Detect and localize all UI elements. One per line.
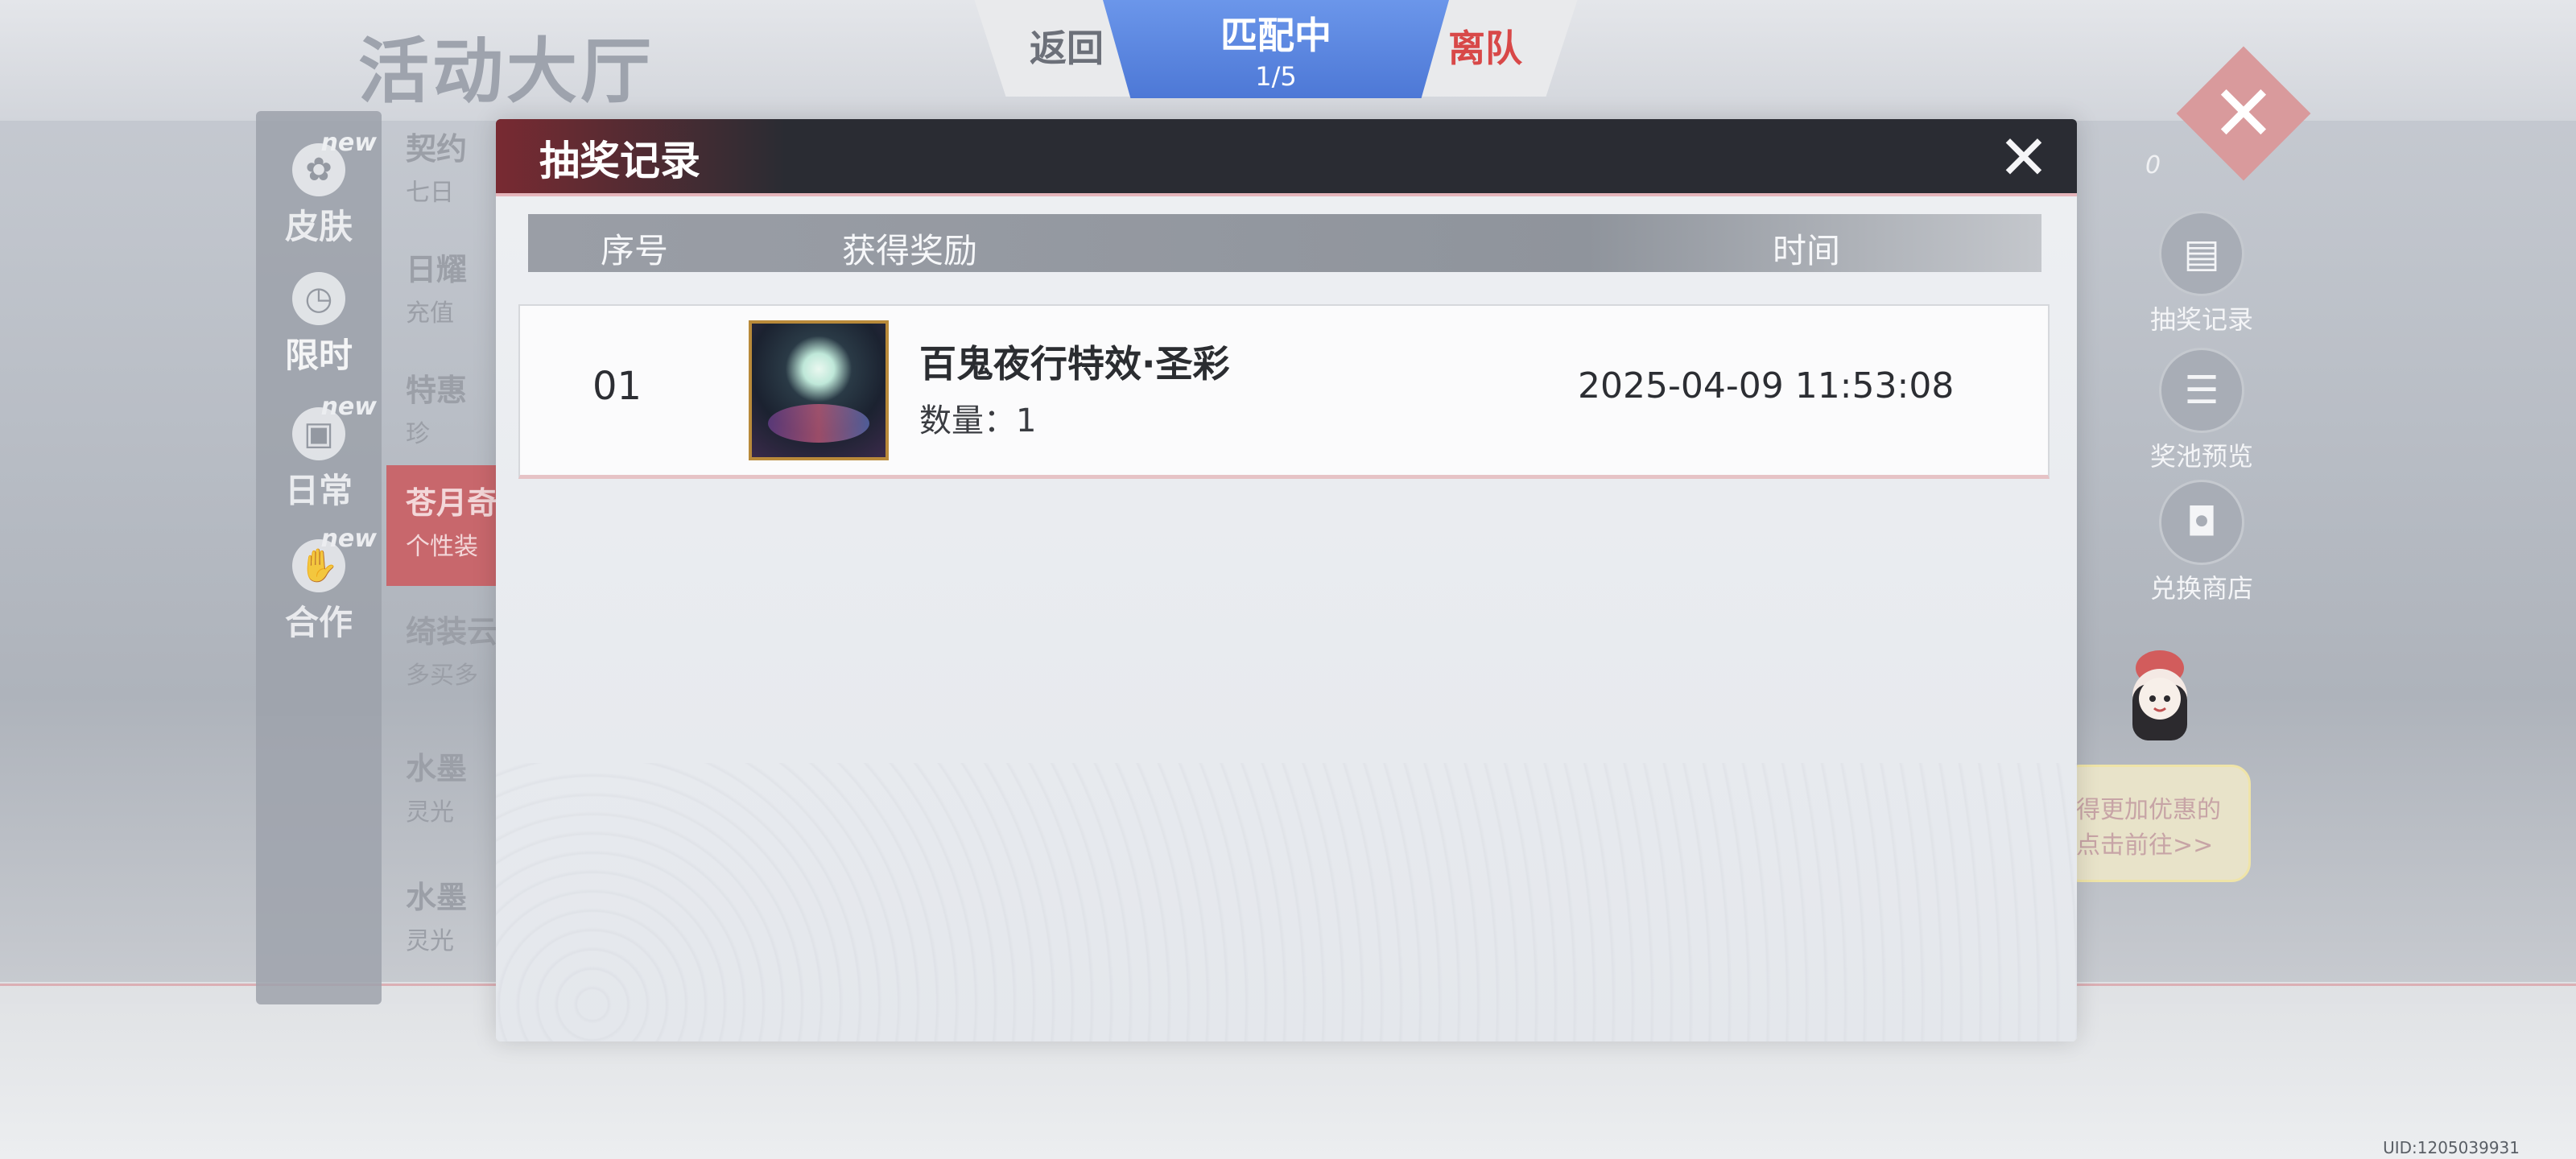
match-status-text: 匹配中 [1220, 14, 1331, 57]
column-reward: 获得奖励 [842, 231, 978, 270]
activity-subtitle: 灵光 [406, 927, 454, 955]
reward-thumbnail[interactable] [749, 320, 889, 460]
page-title: 活动大厅 [358, 30, 655, 113]
matchmaking-status[interactable]: 匹配中 1/5 [1103, 0, 1449, 98]
activity-title: 水墨 [406, 880, 468, 915]
activity-subtitle: 个性装 [406, 533, 478, 561]
mascot-character [2132, 650, 2187, 740]
user-id: UID:1205039931 [2383, 1138, 2520, 1157]
column-time: 时间 [1773, 231, 1841, 270]
column-index: 序号 [601, 231, 669, 270]
activity-subtitle: 七日 [406, 179, 454, 207]
dialog-header: 抽奖记录 ✕ [496, 119, 2077, 196]
draw-record-dialog: 抽奖记录 ✕ 序号 获得奖励 时间 01 百鬼夜行特效·圣彩 数量：1 2025… [496, 119, 2077, 1041]
activity-subtitle: 充值 [406, 299, 454, 328]
new-badge: new [320, 393, 377, 421]
dialog-title: 抽奖记录 [539, 138, 700, 184]
match-player-count: 1/5 [1255, 61, 1297, 92]
draw-record-button[interactable]: ▤ 抽奖记录 [2137, 211, 2266, 336]
reward-quantity: 数量：1 [919, 402, 1037, 439]
nav-label: 日常 [284, 471, 353, 510]
clock-icon: ◷ [292, 272, 345, 325]
nav-item-collab[interactable]: new ✋ 合作 [256, 525, 382, 645]
nav-item-daily[interactable]: new ▣ 日常 [256, 393, 382, 513]
effect-glow [768, 404, 869, 443]
pool-preview-button[interactable]: ☰ 奖池预览 [2137, 348, 2266, 473]
decorative-wave-pattern [496, 763, 2077, 1041]
nav-item-skin[interactable]: new ✿ 皮肤 [256, 129, 382, 249]
nav-label: 合作 [284, 603, 353, 642]
activity-title: 水墨 [406, 751, 468, 786]
exchange-shop-button[interactable]: ◘ 兑换商店 [2137, 480, 2266, 605]
new-badge: new [320, 525, 377, 553]
promo-link: 点击前往>> [2076, 831, 2214, 860]
activity-subtitle: 珍 [406, 420, 430, 448]
nav-item-limited[interactable]: ◷ 限时 [256, 272, 382, 377]
close-icon[interactable]: ✕ [1990, 124, 2058, 192]
reward-name: 百鬼夜行特效·圣彩 [919, 342, 1230, 386]
table-header: 序号 获得奖励 时间 [528, 214, 2041, 272]
activity-title: 特惠 [406, 373, 468, 408]
category-sidebar: new ✿ 皮肤 ◷ 限时 new ▣ 日常 new ✋ 合作 [256, 111, 382, 1004]
activity-title: 苍月奇 [406, 485, 498, 521]
nav-label: 皮肤 [284, 207, 353, 246]
table-row: 01 百鬼夜行特效·圣彩 数量：1 2025-04-09 11:53:08 [518, 304, 2050, 479]
activity-title: 契约 [406, 131, 468, 167]
new-badge: new [320, 129, 377, 157]
side-button-label: 兑换商店 [2149, 573, 2253, 604]
activity-title: 绮装云 [406, 614, 498, 650]
counter-value: 0 [2145, 151, 2161, 179]
document-icon: ☰ [2159, 348, 2244, 433]
close-icon: ✕ [2211, 68, 2277, 159]
nav-label: 限时 [284, 336, 353, 375]
activity-title: 日耀 [406, 252, 468, 287]
calendar-icon: ▤ [2159, 211, 2244, 296]
record-index: 01 [592, 364, 642, 409]
shop-bag-icon: ◘ [2159, 480, 2244, 565]
side-button-label: 奖池预览 [2149, 441, 2253, 472]
promo-text: 得更加优惠的 [2076, 796, 2221, 824]
activity-subtitle: 多买多 [406, 662, 478, 690]
activity-subtitle: 灵光 [406, 798, 454, 827]
side-button-label: 抽奖记录 [2149, 304, 2253, 335]
promo-bubble[interactable]: 得更加优惠的 点击前往>> [2061, 765, 2251, 882]
record-time: 2025-04-09 11:53:08 [1578, 365, 1955, 406]
